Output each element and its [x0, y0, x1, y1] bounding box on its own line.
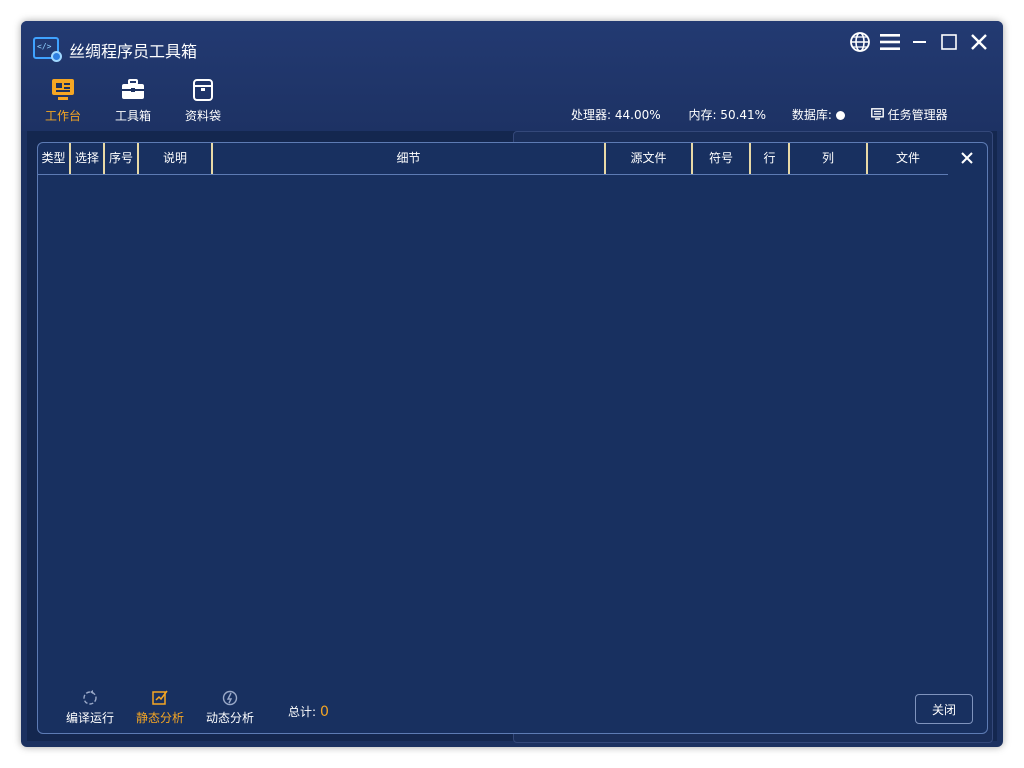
grid-header: 类型 选择 序号 说明 细节 源文件 符号 行 列 文件: [38, 143, 948, 175]
analysis-dialog: 类型 选择 序号 说明 细节 源文件 符号 行 列 文件 编译运行 静态分析 动…: [37, 142, 988, 734]
nav-label-toolbox: 工具箱: [114, 109, 151, 123]
nav-item-workbench[interactable]: 工作台: [38, 77, 88, 127]
total-value: 0: [320, 704, 329, 720]
total-count: 总计: 0: [288, 703, 329, 720]
db-status-dot-icon: [835, 111, 845, 120]
toolbox-icon: [122, 79, 144, 99]
memory-usage: 内存: 50.41%: [688, 108, 767, 122]
task-manager-label: 任务管理器: [887, 108, 948, 122]
column-header-detail[interactable]: 细节: [213, 143, 606, 174]
globe-icon[interactable]: [848, 31, 872, 57]
column-header-description[interactable]: 说明: [139, 143, 213, 174]
compile-run-label: 编译运行: [65, 711, 114, 725]
app-logo-icon: </>: [33, 37, 62, 62]
menu-icon[interactable]: [878, 31, 902, 57]
task-manager-button[interactable]: 任务管理器: [870, 106, 948, 123]
app-window: </> 丝绸程序员工具箱 工作台 工具箱 资料袋 处理器: 44.00% 内存:…: [21, 21, 1003, 747]
close-icon[interactable]: [967, 31, 991, 57]
status-bar: 处理器: 44.00% 内存: 50.41% 数据库: 任务管理器: [571, 106, 948, 123]
maximize-icon[interactable]: [937, 31, 961, 57]
title-bar: </> 丝绸程序员工具箱 工作台 工具箱 资料袋 处理器: 44.00% 内存:…: [21, 21, 1003, 131]
static-analysis-button[interactable]: 静态分析: [130, 689, 190, 726]
static-analysis-label: 静态分析: [135, 711, 184, 725]
column-header-file[interactable]: 文件: [868, 143, 948, 174]
minimize-icon[interactable]: [908, 31, 932, 57]
task-manager-icon: [870, 108, 884, 120]
total-label: 总计:: [288, 705, 317, 719]
column-header-column[interactable]: 列: [790, 143, 868, 174]
static-analysis-icon: [152, 690, 168, 705]
nav-label-workbench: 工作台: [44, 109, 81, 123]
db-status-label: 数据库:: [791, 108, 832, 122]
column-header-select[interactable]: 选择: [71, 143, 105, 174]
compile-run-button[interactable]: 编译运行: [60, 689, 120, 726]
cpu-usage: 处理器: 44.00%: [571, 108, 661, 122]
column-header-line[interactable]: 行: [751, 143, 790, 174]
close-button[interactable]: 关闭: [915, 694, 973, 724]
column-header-source-file[interactable]: 源文件: [606, 143, 693, 174]
column-header-type[interactable]: 类型: [38, 143, 71, 174]
column-header-index[interactable]: 序号: [105, 143, 139, 174]
nav-label-materials: 资料袋: [184, 109, 221, 123]
nav-item-toolbox[interactable]: 工具箱: [108, 77, 158, 127]
workbench-icon: [52, 79, 74, 100]
column-header-symbol[interactable]: 符号: [693, 143, 751, 174]
compile-run-icon: [83, 690, 97, 705]
bag-icon: [193, 79, 213, 101]
dynamic-analysis-icon: [222, 690, 238, 706]
nav-item-materials[interactable]: 资料袋: [178, 77, 228, 127]
dynamic-analysis-label: 动态分析: [205, 711, 254, 725]
app-title: 丝绸程序员工具箱: [69, 42, 198, 61]
dynamic-analysis-button[interactable]: 动态分析: [200, 689, 260, 726]
dialog-close-icon[interactable]: [953, 149, 981, 171]
